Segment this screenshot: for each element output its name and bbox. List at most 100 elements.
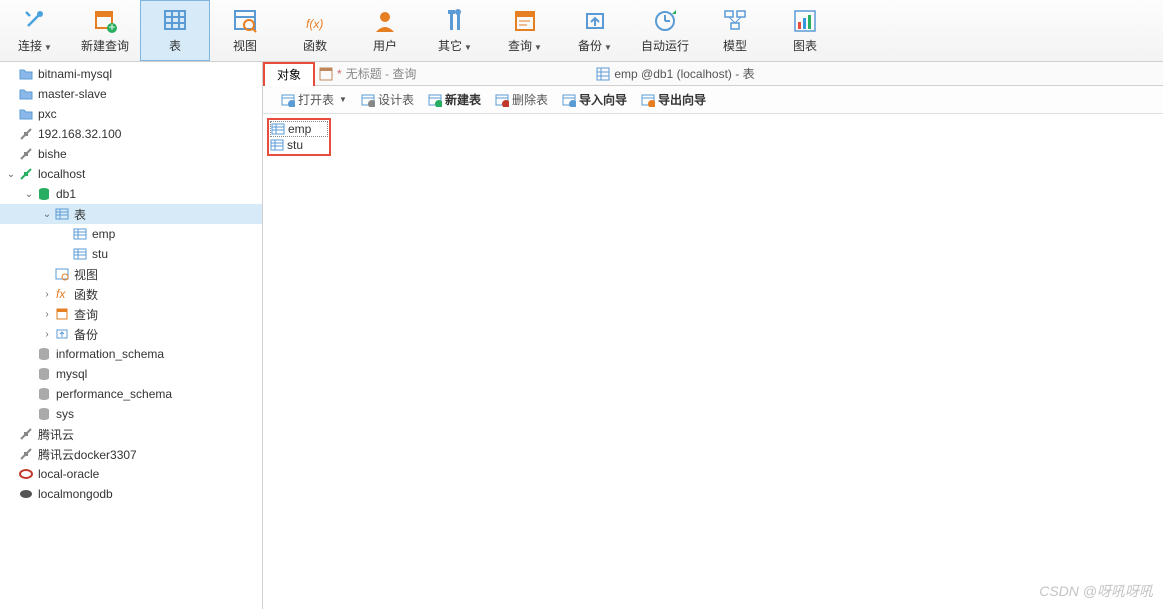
tree-local-oracle[interactable]: local-oracle: [0, 464, 262, 484]
tree-bishe[interactable]: bishe: [0, 144, 262, 164]
tree-腾讯云[interactable]: 腾讯云: [0, 424, 262, 444]
subtool-new[interactable]: 新建表: [428, 91, 481, 108]
export-icon: [641, 93, 655, 107]
view-icon: [231, 7, 259, 35]
view-s-icon: [54, 266, 70, 282]
table-s-icon: [54, 206, 70, 222]
query-s-icon: [54, 306, 70, 322]
object-list: empstu: [263, 114, 1163, 609]
svg-text:f(x): f(x): [306, 17, 323, 31]
tree-pxc[interactable]: pxc: [0, 104, 262, 124]
conn-off-icon: [18, 146, 34, 162]
subtool-import[interactable]: 导入向导: [562, 91, 627, 108]
tree-db1[interactable]: ⌄db1: [0, 184, 262, 204]
toolbar-user[interactable]: 用户: [350, 0, 420, 61]
main-toolbar: 连接▼+新建查询表视图f(x)函数用户其它▼查询▼备份▼自动运行模型图表: [0, 0, 1163, 62]
tree-函数[interactable]: ›fx函数: [0, 284, 262, 304]
db-off-icon: [36, 366, 52, 382]
fx-s-icon: fx: [54, 286, 70, 302]
expand-icon[interactable]: ›: [40, 289, 54, 300]
list-item-emp[interactable]: emp: [270, 121, 328, 137]
user-icon: [371, 7, 399, 35]
tree-master-slave[interactable]: master-slave: [0, 84, 262, 104]
table-icon: [270, 138, 284, 152]
expand-icon[interactable]: ⌄: [22, 189, 36, 200]
tree-emp[interactable]: emp: [0, 224, 262, 244]
tree-localmongodb[interactable]: localmongodb: [0, 484, 262, 504]
import-icon: [562, 93, 576, 107]
query-icon: [319, 67, 333, 81]
toolbar-tools[interactable]: 其它▼: [420, 0, 490, 61]
tools-icon: [441, 7, 469, 35]
mongo-icon: [18, 486, 34, 502]
plug-icon: [21, 7, 49, 35]
db-off-icon: [36, 406, 52, 422]
db-off-icon: [36, 346, 52, 362]
table-s-icon: [72, 226, 88, 242]
newquery-icon: +: [91, 7, 119, 35]
tree-performance_schema[interactable]: performance_schema: [0, 384, 262, 404]
table-icon: [596, 67, 610, 81]
toolbar-fx[interactable]: f(x)函数: [280, 0, 350, 61]
oracle-icon: [18, 466, 34, 482]
toolbar-backup[interactable]: 备份▼: [560, 0, 630, 61]
folder-icon: [18, 106, 34, 122]
tree-localhost[interactable]: ⌄localhost: [0, 164, 262, 184]
new-icon: [428, 93, 442, 107]
tree-192.168.32.100[interactable]: 192.168.32.100: [0, 124, 262, 144]
model-icon: [721, 7, 749, 35]
toolbar-plug[interactable]: 连接▼: [0, 0, 70, 61]
toolbar-chart[interactable]: 图表: [770, 0, 840, 61]
tree-bitnami-mysql[interactable]: bitnami-mysql: [0, 64, 262, 84]
subtool-design[interactable]: 设计表: [361, 91, 414, 108]
chart-icon: [791, 7, 819, 35]
conn-off-icon: [18, 126, 34, 142]
list-item-stu[interactable]: stu: [270, 137, 328, 153]
tab-objects[interactable]: 对象: [263, 62, 315, 86]
table-icon: [271, 122, 285, 136]
db-icon: [36, 186, 52, 202]
tree-查询[interactable]: ›查询: [0, 304, 262, 324]
tree-视图[interactable]: 视图: [0, 264, 262, 284]
tree-mysql[interactable]: mysql: [0, 364, 262, 384]
tree-表[interactable]: ⌄表: [0, 204, 262, 224]
toolbar-auto[interactable]: 自动运行: [630, 0, 700, 61]
toolbar-view[interactable]: 视图: [210, 0, 280, 61]
toolbar-table[interactable]: 表: [140, 0, 210, 61]
subtool-open[interactable]: 打开表▼: [281, 91, 347, 108]
subtool-export[interactable]: 导出向导: [641, 91, 706, 108]
tab-untitled-query[interactable]: * 无标题 - 查询: [319, 65, 416, 82]
toolbar-model[interactable]: 模型: [700, 0, 770, 61]
design-icon: [361, 93, 375, 107]
tab-bar: 对象 * 无标题 - 查询 emp @db1 (localhost) - 表: [263, 62, 1163, 86]
query-icon: [511, 7, 539, 35]
sub-toolbar: 打开表▼ 设计表新建表删除表导入向导导出向导: [263, 86, 1163, 114]
conn-off-icon: [18, 426, 34, 442]
tree-备份[interactable]: ›备份: [0, 324, 262, 344]
table-s-icon: [72, 246, 88, 262]
tab-emp-detail[interactable]: emp @db1 (localhost) - 表: [596, 65, 754, 82]
folder-icon: [18, 66, 34, 82]
db-off-icon: [36, 386, 52, 402]
table-icon: [161, 7, 189, 35]
toolbar-query[interactable]: 查询▼: [490, 0, 560, 61]
conn-on-icon: [18, 166, 34, 182]
auto-icon: [651, 7, 679, 35]
expand-icon[interactable]: ›: [40, 329, 54, 340]
expand-icon[interactable]: ⌄: [4, 169, 18, 180]
fx-icon: f(x): [301, 7, 329, 35]
toolbar-newquery[interactable]: +新建查询: [70, 0, 140, 61]
tree-information_schema[interactable]: information_schema: [0, 344, 262, 364]
subtool-delete[interactable]: 删除表: [495, 91, 548, 108]
svg-text:+: +: [108, 20, 115, 34]
conn-off-icon: [18, 446, 34, 462]
expand-icon[interactable]: ⌄: [40, 209, 54, 220]
watermark: CSDN @呀吼呀吼: [1039, 581, 1153, 601]
delete-icon: [495, 93, 509, 107]
expand-icon[interactable]: ›: [40, 309, 54, 320]
tree-stu[interactable]: stu: [0, 244, 262, 264]
tree-腾讯云docker3307[interactable]: 腾讯云docker3307: [0, 444, 262, 464]
tree-sys[interactable]: sys: [0, 404, 262, 424]
backup-s-icon: [54, 326, 70, 342]
open-icon: [281, 93, 295, 107]
